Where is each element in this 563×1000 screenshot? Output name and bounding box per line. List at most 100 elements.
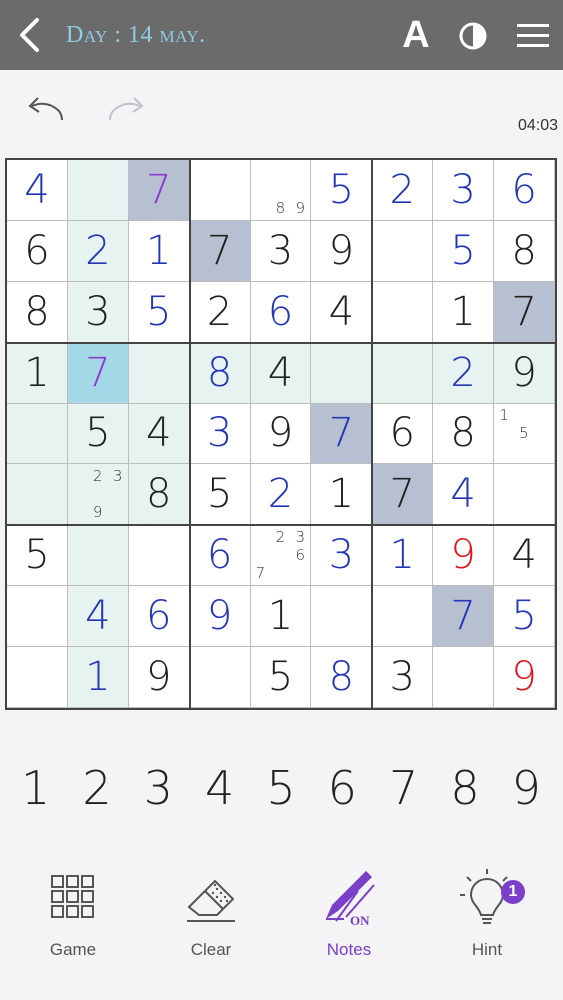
sudoku-cell[interactable]: 3 [311,525,373,587]
sudoku-cell[interactable]: 7 [494,281,555,343]
sudoku-cell[interactable]: 2 [250,464,312,526]
sudoku-cell[interactable] [372,281,434,343]
sudoku-cell[interactable]: 3 [189,403,251,465]
sudoku-cell[interactable] [433,647,495,708]
sudoku-cell[interactable]: 5 [189,464,251,526]
number-key-8[interactable]: 8 [434,760,495,816]
font-size-button[interactable]: A [398,12,434,58]
sudoku-cell[interactable] [7,403,68,465]
number-key-3[interactable]: 3 [128,760,189,816]
sudoku-cell[interactable]: 3 [67,281,129,343]
sudoku-cell[interactable]: 239 [67,464,129,526]
sudoku-cell[interactable] [189,160,251,221]
sudoku-cell[interactable]: 1 [7,342,68,404]
notes-button[interactable]: ON Notes [294,865,404,965]
sudoku-cell[interactable] [311,342,373,404]
number-key-4[interactable]: 4 [189,760,250,816]
sudoku-cell[interactable] [67,160,129,221]
contrast-button[interactable] [457,20,489,52]
sudoku-cell[interactable]: 2 [189,281,251,343]
sudoku-cell[interactable]: 7 [311,403,373,465]
sudoku-cell[interactable] [128,525,190,587]
sudoku-cell[interactable]: 6 [250,281,312,343]
sudoku-cell[interactable]: 2 [433,342,495,404]
sudoku-cell[interactable] [311,586,373,648]
sudoku-cell[interactable]: 236 7 [250,525,312,587]
sudoku-cell[interactable]: 4 [311,281,373,343]
sudoku-cell[interactable]: 7 [128,160,190,221]
sudoku-cell[interactable] [128,342,190,404]
sudoku-cell[interactable]: 1 [372,525,434,587]
sudoku-cell[interactable]: 9 [433,525,495,587]
sudoku-cell[interactable]: 5 [433,220,495,282]
sudoku-cell[interactable]: 5 [7,525,68,587]
menu-button[interactable] [515,20,551,52]
sudoku-cell[interactable]: 2 [67,220,129,282]
sudoku-cell[interactable] [494,464,555,526]
sudoku-cell[interactable]: 3 [433,160,495,221]
sudoku-cell[interactable]: 6 [7,220,68,282]
sudoku-cell[interactable] [372,586,434,648]
sudoku-cell[interactable] [372,220,434,282]
sudoku-cell[interactable] [189,647,251,708]
sudoku-cell[interactable]: 8 [433,403,495,465]
sudoku-cell[interactable] [7,647,68,708]
sudoku-cell[interactable]: 89 [250,160,312,221]
sudoku-cell[interactable]: 1 [67,647,129,708]
sudoku-cell[interactable]: 1 [311,464,373,526]
number-key-2[interactable]: 2 [66,760,127,816]
sudoku-cell[interactable]: 8 [189,342,251,404]
number-key-1[interactable]: 1 [5,760,66,816]
hint-button[interactable]: 1 Hint [432,865,542,965]
sudoku-cell[interactable] [67,525,129,587]
sudoku-cell[interactable]: 6 [372,403,434,465]
sudoku-cell[interactable]: 5 [250,647,312,708]
number-key-6[interactable]: 6 [312,760,373,816]
sudoku-cell[interactable]: 4 [494,525,555,587]
sudoku-cell[interactable]: 9 [311,220,373,282]
sudoku-cell[interactable] [372,342,434,404]
sudoku-cell[interactable]: 15 [494,403,555,465]
sudoku-cell[interactable] [7,464,68,526]
sudoku-cell[interactable]: 4 [250,342,312,404]
sudoku-cell[interactable]: 4 [128,403,190,465]
redo-button[interactable] [104,96,148,128]
sudoku-cell[interactable]: 8 [311,647,373,708]
sudoku-cell[interactable]: 8 [7,281,68,343]
sudoku-cell[interactable]: 9 [189,586,251,648]
sudoku-cell[interactable]: 1 [128,220,190,282]
sudoku-cell[interactable]: 5 [311,160,373,221]
sudoku-cell[interactable]: 9 [494,342,555,404]
sudoku-cell[interactable]: 4 [67,586,129,648]
sudoku-cell[interactable]: 4 [7,160,68,221]
sudoku-cell[interactable]: 3 [372,647,434,708]
sudoku-cell[interactable]: 1 [250,586,312,648]
number-key-5[interactable]: 5 [250,760,311,816]
sudoku-cell[interactable]: 9 [250,403,312,465]
sudoku-cell[interactable]: 3 [250,220,312,282]
sudoku-cell[interactable]: 7 [67,342,129,404]
sudoku-cell[interactable]: 9 [128,647,190,708]
sudoku-cell[interactable]: 2 [372,160,434,221]
sudoku-cell[interactable]: 6 [189,525,251,587]
sudoku-cell[interactable]: 7 [189,220,251,282]
number-key-7[interactable]: 7 [373,760,434,816]
undo-button[interactable] [24,96,68,128]
sudoku-cell[interactable]: 7 [433,586,495,648]
sudoku-cell[interactable]: 8 [494,220,555,282]
sudoku-cell[interactable]: 6 [494,160,555,221]
sudoku-cell[interactable]: 5 [128,281,190,343]
sudoku-cell[interactable]: 5 [67,403,129,465]
sudoku-cell[interactable]: 5 [494,586,555,648]
sudoku-cell[interactable]: 9 [494,647,555,708]
sudoku-cell[interactable] [7,586,68,648]
sudoku-cell[interactable]: 8 [128,464,190,526]
sudoku-cell[interactable]: 1 [433,281,495,343]
sudoku-cell[interactable]: 7 [372,464,434,526]
game-button[interactable]: Game [18,865,128,965]
number-key-9[interactable]: 9 [496,760,557,816]
sudoku-cell[interactable]: 4 [433,464,495,526]
back-button[interactable] [10,14,50,56]
clear-button[interactable]: Clear [156,865,266,965]
sudoku-cell[interactable]: 6 [128,586,190,648]
